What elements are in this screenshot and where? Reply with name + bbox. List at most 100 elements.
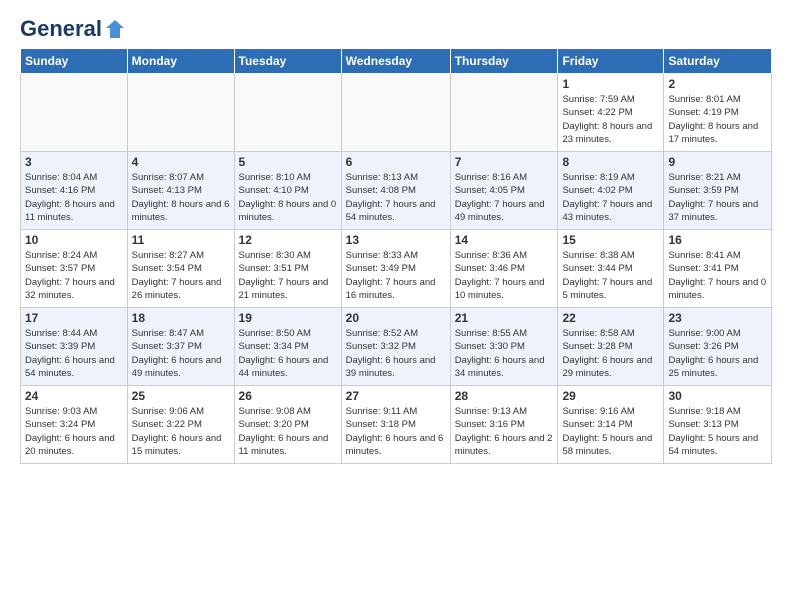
day-cell-17: 17 Sunrise: 8:44 AMSunset: 3:39 PMDayligh… [21, 308, 128, 386]
day-number: 16 [668, 233, 767, 247]
day-number: 6 [346, 155, 446, 169]
day-info: Sunrise: 8:07 AMSunset: 4:13 PMDaylight:… [132, 171, 230, 224]
day-cell-16: 16 Sunrise: 8:41 AMSunset: 3:41 PMDayligh… [664, 230, 772, 308]
header: General [20, 16, 772, 38]
day-cell-9: 9 Sunrise: 8:21 AMSunset: 3:59 PMDaylight… [664, 152, 772, 230]
day-cell-20: 20 Sunrise: 8:52 AMSunset: 3:32 PMDayligh… [341, 308, 450, 386]
day-number: 14 [455, 233, 554, 247]
weekday-wednesday: Wednesday [341, 49, 450, 74]
weekday-tuesday: Tuesday [234, 49, 341, 74]
day-info: Sunrise: 9:08 AMSunset: 3:20 PMDaylight:… [239, 405, 337, 458]
day-cell-25: 25 Sunrise: 9:06 AMSunset: 3:22 PMDayligh… [127, 386, 234, 464]
day-info: Sunrise: 8:13 AMSunset: 4:08 PMDaylight:… [346, 171, 446, 224]
day-number: 18 [132, 311, 230, 325]
day-info: Sunrise: 9:11 AMSunset: 3:18 PMDaylight:… [346, 405, 446, 458]
day-number: 19 [239, 311, 337, 325]
day-number: 9 [668, 155, 767, 169]
weekday-sunday: Sunday [21, 49, 128, 74]
day-number: 24 [25, 389, 123, 403]
day-cell-3: 3 Sunrise: 8:04 AMSunset: 4:16 PMDaylight… [21, 152, 128, 230]
day-number: 17 [25, 311, 123, 325]
day-number: 7 [455, 155, 554, 169]
empty-cell [450, 74, 558, 152]
day-cell-14: 14 Sunrise: 8:36 AMSunset: 3:46 PMDayligh… [450, 230, 558, 308]
week-row-4: 17 Sunrise: 8:44 AMSunset: 3:39 PMDayligh… [21, 308, 772, 386]
day-info: Sunrise: 8:10 AMSunset: 4:10 PMDaylight:… [239, 171, 337, 224]
day-number: 12 [239, 233, 337, 247]
day-number: 26 [239, 389, 337, 403]
day-info: Sunrise: 8:19 AMSunset: 4:02 PMDaylight:… [562, 171, 659, 224]
day-number: 20 [346, 311, 446, 325]
weekday-monday: Monday [127, 49, 234, 74]
day-info: Sunrise: 8:52 AMSunset: 3:32 PMDaylight:… [346, 327, 446, 380]
day-info: Sunrise: 8:04 AMSunset: 4:16 PMDaylight:… [25, 171, 123, 224]
day-number: 25 [132, 389, 230, 403]
day-info: Sunrise: 8:33 AMSunset: 3:49 PMDaylight:… [346, 249, 446, 302]
day-cell-19: 19 Sunrise: 8:50 AMSunset: 3:34 PMDayligh… [234, 308, 341, 386]
day-info: Sunrise: 8:50 AMSunset: 3:34 PMDaylight:… [239, 327, 337, 380]
day-cell-4: 4 Sunrise: 8:07 AMSunset: 4:13 PMDaylight… [127, 152, 234, 230]
day-info: Sunrise: 8:38 AMSunset: 3:44 PMDaylight:… [562, 249, 659, 302]
day-number: 15 [562, 233, 659, 247]
day-cell-5: 5 Sunrise: 8:10 AMSunset: 4:10 PMDaylight… [234, 152, 341, 230]
day-info: Sunrise: 9:00 AMSunset: 3:26 PMDaylight:… [668, 327, 767, 380]
day-cell-12: 12 Sunrise: 8:30 AMSunset: 3:51 PMDayligh… [234, 230, 341, 308]
empty-cell [127, 74, 234, 152]
day-cell-6: 6 Sunrise: 8:13 AMSunset: 4:08 PMDaylight… [341, 152, 450, 230]
day-number: 3 [25, 155, 123, 169]
day-info: Sunrise: 8:21 AMSunset: 3:59 PMDaylight:… [668, 171, 767, 224]
day-number: 29 [562, 389, 659, 403]
page: General SundayMondayTuesdayWednesdayThur… [0, 0, 792, 612]
logo-general: General [20, 16, 102, 42]
day-info: Sunrise: 8:30 AMSunset: 3:51 PMDaylight:… [239, 249, 337, 302]
day-cell-28: 28 Sunrise: 9:13 AMSunset: 3:16 PMDayligh… [450, 386, 558, 464]
day-cell-2: 2 Sunrise: 8:01 AMSunset: 4:19 PMDaylight… [664, 74, 772, 152]
day-number: 27 [346, 389, 446, 403]
empty-cell [341, 74, 450, 152]
day-cell-18: 18 Sunrise: 8:47 AMSunset: 3:37 PMDayligh… [127, 308, 234, 386]
empty-cell [234, 74, 341, 152]
empty-cell [21, 74, 128, 152]
week-row-2: 3 Sunrise: 8:04 AMSunset: 4:16 PMDaylight… [21, 152, 772, 230]
day-number: 11 [132, 233, 230, 247]
weekday-thursday: Thursday [450, 49, 558, 74]
day-number: 22 [562, 311, 659, 325]
day-cell-29: 29 Sunrise: 9:16 AMSunset: 3:14 PMDayligh… [558, 386, 664, 464]
day-info: Sunrise: 8:27 AMSunset: 3:54 PMDaylight:… [132, 249, 230, 302]
day-cell-8: 8 Sunrise: 8:19 AMSunset: 4:02 PMDaylight… [558, 152, 664, 230]
day-info: Sunrise: 8:47 AMSunset: 3:37 PMDaylight:… [132, 327, 230, 380]
day-info: Sunrise: 8:36 AMSunset: 3:46 PMDaylight:… [455, 249, 554, 302]
day-number: 23 [668, 311, 767, 325]
calendar-table: SundayMondayTuesdayWednesdayThursdayFrid… [20, 48, 772, 464]
week-row-1: 1 Sunrise: 7:59 AMSunset: 4:22 PMDaylight… [21, 74, 772, 152]
day-number: 28 [455, 389, 554, 403]
day-info: Sunrise: 8:01 AMSunset: 4:19 PMDaylight:… [668, 93, 767, 146]
day-cell-23: 23 Sunrise: 9:00 AMSunset: 3:26 PMDayligh… [664, 308, 772, 386]
day-number: 21 [455, 311, 554, 325]
day-cell-15: 15 Sunrise: 8:38 AMSunset: 3:44 PMDayligh… [558, 230, 664, 308]
day-info: Sunrise: 8:44 AMSunset: 3:39 PMDaylight:… [25, 327, 123, 380]
day-cell-13: 13 Sunrise: 8:33 AMSunset: 3:49 PMDayligh… [341, 230, 450, 308]
day-number: 13 [346, 233, 446, 247]
day-number: 1 [562, 77, 659, 91]
day-number: 4 [132, 155, 230, 169]
day-number: 5 [239, 155, 337, 169]
day-number: 2 [668, 77, 767, 91]
day-info: Sunrise: 9:16 AMSunset: 3:14 PMDaylight:… [562, 405, 659, 458]
day-cell-1: 1 Sunrise: 7:59 AMSunset: 4:22 PMDaylight… [558, 74, 664, 152]
day-cell-24: 24 Sunrise: 9:03 AMSunset: 3:24 PMDayligh… [21, 386, 128, 464]
day-info: Sunrise: 9:03 AMSunset: 3:24 PMDaylight:… [25, 405, 123, 458]
day-info: Sunrise: 9:13 AMSunset: 3:16 PMDaylight:… [455, 405, 554, 458]
day-cell-10: 10 Sunrise: 8:24 AMSunset: 3:57 PMDayligh… [21, 230, 128, 308]
day-number: 10 [25, 233, 123, 247]
weekday-friday: Friday [558, 49, 664, 74]
day-number: 8 [562, 155, 659, 169]
day-info: Sunrise: 7:59 AMSunset: 4:22 PMDaylight:… [562, 93, 659, 146]
day-info: Sunrise: 8:41 AMSunset: 3:41 PMDaylight:… [668, 249, 767, 302]
day-info: Sunrise: 8:16 AMSunset: 4:05 PMDaylight:… [455, 171, 554, 224]
day-number: 30 [668, 389, 767, 403]
day-info: Sunrise: 8:24 AMSunset: 3:57 PMDaylight:… [25, 249, 123, 302]
day-info: Sunrise: 9:06 AMSunset: 3:22 PMDaylight:… [132, 405, 230, 458]
day-cell-11: 11 Sunrise: 8:27 AMSunset: 3:54 PMDayligh… [127, 230, 234, 308]
day-cell-26: 26 Sunrise: 9:08 AMSunset: 3:20 PMDayligh… [234, 386, 341, 464]
